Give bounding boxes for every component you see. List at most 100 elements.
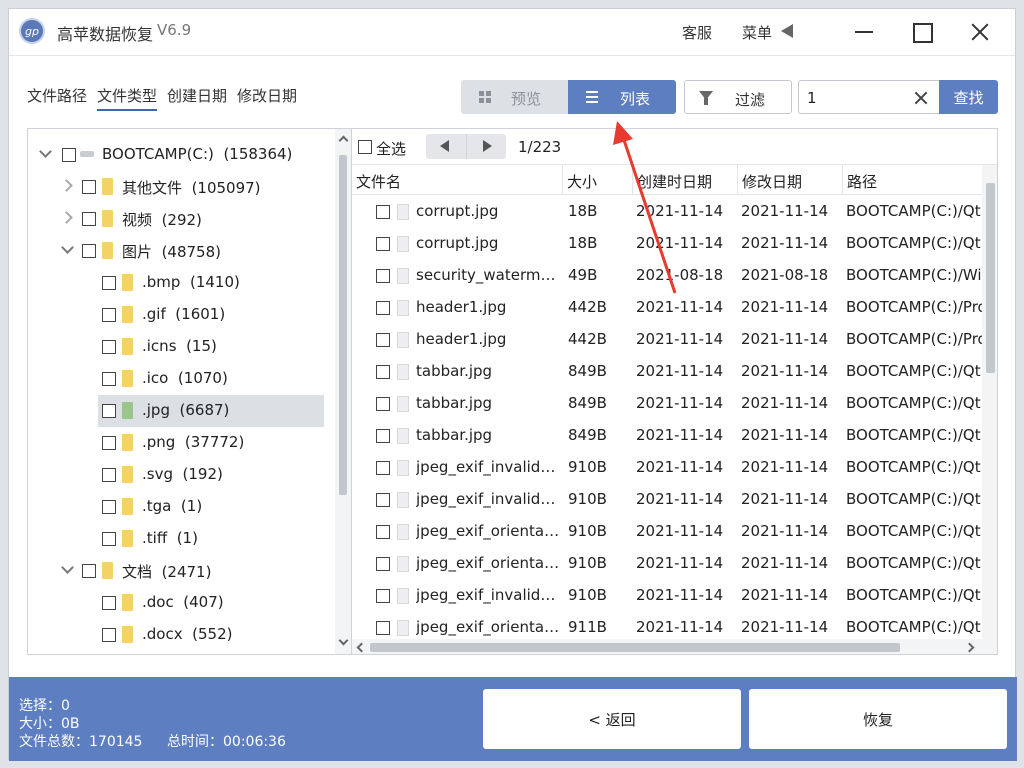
row-checkbox[interactable] [376,525,390,539]
row-checkbox[interactable] [376,269,390,283]
tree-item-checkbox[interactable] [102,532,116,546]
tree-item-checkbox[interactable] [102,500,116,514]
prev-page-button[interactable] [426,134,466,159]
table-row[interactable]: header1.jpg 442B 2021-11-14 2021-11-14 BOOTC… [352,292,982,324]
scroll-right-icon[interactable] [966,643,974,651]
tree-item[interactable]: .doc (407) [98,587,324,619]
tree-item[interactable]: 图片 (48758) [28,235,328,267]
support-button[interactable]: 客服 [682,22,712,43]
tree-item[interactable]: 其他文件 (105097) [28,171,328,203]
table-row[interactable]: tabbar.jpg 849B 2021-11-14 2021-11-14 BOOTCA… [352,420,982,452]
tab-created-date[interactable]: 创建日期 [167,85,227,111]
select-all-checkbox[interactable] [358,140,372,154]
table-row[interactable]: jpeg_exif_invalid_... 910B 2021-11-14 2021-… [352,452,982,484]
tree-item-checkbox[interactable] [62,148,76,162]
close-button[interactable] [967,19,993,45]
tree-item[interactable]: .png (37772) [98,427,324,459]
preview-view-button[interactable]: 预览 [461,80,568,114]
tree-item[interactable]: .tiff (1) [98,523,324,555]
tree-item[interactable]: .gif (1601) [98,299,324,331]
tab-modified-date[interactable]: 修改日期 [237,85,297,111]
column-header-modified[interactable]: 修改日期 [738,165,843,195]
row-checkbox[interactable] [376,493,390,507]
list-vertical-scrollbar[interactable] [982,165,997,639]
table-row[interactable]: jpeg_exif_invalid_... 910B 2021-11-14 2021-… [352,580,982,612]
tree-item-checkbox[interactable] [82,244,96,258]
row-checkbox[interactable] [376,429,390,443]
tree-item[interactable]: 视频 (292) [28,203,328,235]
row-checkbox[interactable] [376,237,390,251]
column-header-size[interactable]: 大小 [563,165,633,195]
tree-item[interactable]: BOOTCAMP(C:) (158364) [28,139,328,171]
tree-item[interactable]: .svg (192) [98,459,324,491]
tree-item-checkbox[interactable] [102,372,116,386]
tree-item[interactable]: .tga (1) [98,491,324,523]
scroll-up-icon[interactable] [339,135,347,143]
tree-item-checkbox[interactable] [102,404,116,418]
tree-item-checkbox[interactable] [102,596,116,610]
row-checkbox[interactable] [376,589,390,603]
tree-item[interactable]: 文档 (2471) [28,555,328,587]
maximize-button[interactable] [909,19,935,45]
chevron-right-icon[interactable] [62,211,74,223]
row-checkbox[interactable] [376,205,390,219]
row-checkbox[interactable] [376,397,390,411]
tree-item-checkbox[interactable] [82,564,96,578]
menu-arrow-icon[interactable] [781,24,793,38]
row-checkbox[interactable] [376,557,390,571]
column-header-name[interactable]: 文件名 [352,165,563,195]
tree-item[interactable]: .docx (552) [98,619,324,651]
minimize-button[interactable] [851,19,877,45]
row-checkbox[interactable] [376,333,390,347]
row-checkbox[interactable] [376,301,390,315]
column-header-path[interactable]: 路径 [843,165,982,195]
table-row[interactable]: tabbar.jpg 849B 2021-11-14 2021-11-14 BOOTCA… [352,388,982,420]
table-row[interactable]: corrupt.jpg 18B 2021-11-14 2021-11-14 BOOTCA… [352,228,982,260]
table-row[interactable]: jpeg_exif_orientat... 910B 2021-11-14 2021-… [352,548,982,580]
tree-scrollbar[interactable] [335,129,351,654]
list-view-button[interactable]: 列表 [568,80,676,114]
recover-button[interactable]: 恢复 [749,689,1007,749]
row-checkbox[interactable] [376,365,390,379]
chevron-down-icon[interactable] [62,563,74,575]
back-button[interactable]: < 返回 [483,689,741,749]
table-row[interactable]: tabbar.jpg 849B 2021-11-14 2021-11-14 BOOTCA… [352,356,982,388]
tree-item[interactable]: .jpg (6687) [98,395,324,427]
table-row[interactable]: corrupt.jpg 18B 2021-11-14 2021-11-14 BOOTCA… [352,196,982,228]
scroll-left-icon[interactable] [356,643,364,651]
row-checkbox[interactable] [376,621,390,635]
table-row[interactable]: header1.jpg 442B 2021-11-14 2021-11-14 BOOTC… [352,324,982,356]
tree-item[interactable]: .bmp (1410) [98,267,324,299]
table-row[interactable]: security_waterma... 49B 2021-08-18 2021-08-… [352,260,982,292]
tree-item-checkbox[interactable] [82,212,96,226]
column-header-created[interactable]: 创建时日期 [633,165,738,195]
search-button[interactable]: 查找 [939,80,998,114]
chevron-down-icon[interactable] [40,147,52,159]
tree-item[interactable]: .icns (15) [98,331,324,363]
table-row[interactable]: jpeg_exif_orientat... 910B 2021-11-14 2021-… [352,516,982,548]
list-horizontal-thumb[interactable] [370,643,900,652]
tree-item-checkbox[interactable] [82,180,96,194]
menu-button[interactable]: 菜单 [742,22,772,43]
filter-button[interactable]: 过滤 [684,80,792,114]
search-input[interactable] [807,87,907,109]
table-row[interactable]: jpeg_exif_invalid_... 910B 2021-11-14 2021-… [352,484,982,516]
clear-search-icon[interactable] [913,90,929,106]
chevron-down-icon[interactable] [62,243,74,255]
tree-item-checkbox[interactable] [102,340,116,354]
next-page-button[interactable] [466,134,506,159]
tree-scroll-thumb[interactable] [339,155,347,495]
scroll-down-icon[interactable] [339,637,347,645]
list-vertical-thumb[interactable] [986,183,995,373]
chevron-right-icon[interactable] [62,179,74,191]
tab-file-type[interactable]: 文件类型 [97,85,158,111]
tree-item-checkbox[interactable] [102,308,116,322]
tree-item-checkbox[interactable] [102,628,116,642]
tree-item-checkbox[interactable] [102,276,116,290]
tree-item-checkbox[interactable] [102,436,116,450]
tree-item-checkbox[interactable] [102,468,116,482]
list-horizontal-scrollbar[interactable] [352,639,997,654]
row-checkbox[interactable] [376,461,390,475]
tree-item[interactable]: .ico (1070) [98,363,324,395]
tab-file-path[interactable]: 文件路径 [27,85,87,111]
